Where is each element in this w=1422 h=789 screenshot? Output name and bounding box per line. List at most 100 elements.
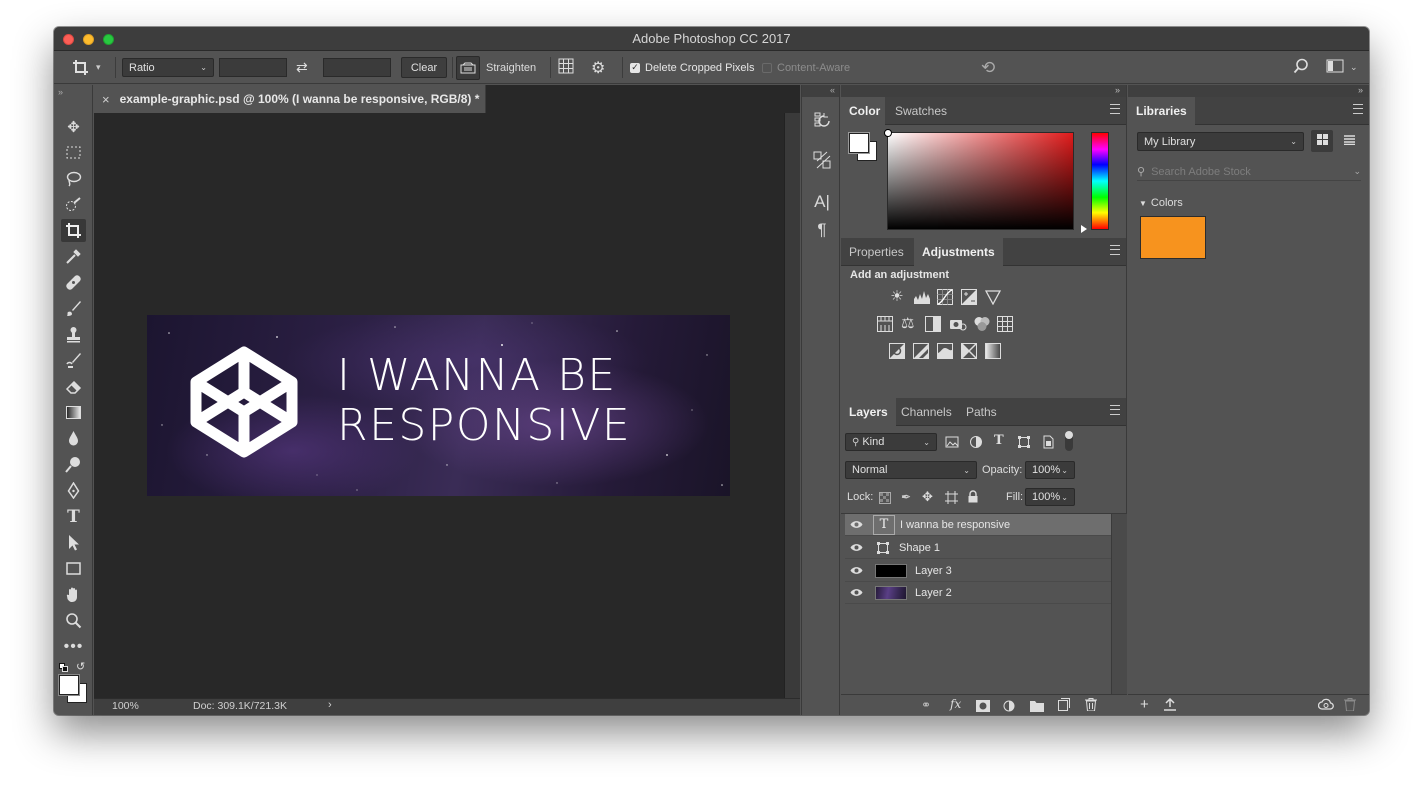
gradient-map-icon[interactable] <box>985 343 1001 364</box>
visibility-eye-icon[interactable] <box>845 566 867 575</box>
layer-style-fx-icon[interactable]: fx <box>950 697 961 711</box>
rectangle-tool-icon[interactable] <box>61 557 86 580</box>
lasso-tool-icon[interactable] <box>61 167 86 190</box>
grid-view-button[interactable] <box>1311 130 1333 152</box>
layer-row[interactable]: Layer 2 <box>845 582 1111 604</box>
crop-tool-preset-picker[interactable]: ▾ <box>72 51 101 84</box>
zoom-tool-icon[interactable] <box>61 609 86 632</box>
tab-swatches[interactable]: Swatches <box>887 97 955 125</box>
swap-ratio-button[interactable]: ⇄ <box>296 51 308 84</box>
library-color-swatch[interactable] <box>1140 216 1206 259</box>
smart-object-filter-icon[interactable] <box>1041 435 1055 454</box>
tab-channels[interactable]: Channels <box>893 398 960 426</box>
gradient-tool-icon[interactable] <box>61 401 86 424</box>
history-panel-icon[interactable] <box>811 109 833 131</box>
visibility-eye-icon[interactable] <box>845 520 867 529</box>
visibility-eye-icon[interactable] <box>845 543 867 552</box>
lock-artboard-icon[interactable] <box>945 491 958 509</box>
levels-icon[interactable] <box>913 289 931 310</box>
crop-tool-icon[interactable] <box>61 219 86 242</box>
color-lookup-icon[interactable] <box>997 316 1013 337</box>
threshold-icon[interactable] <box>937 343 953 364</box>
ratio-select[interactable]: Ratio ⌄ <box>122 58 214 77</box>
tab-adjustments[interactable]: Adjustments <box>914 238 1003 266</box>
color-picker-handle[interactable] <box>884 129 892 137</box>
crop-settings-button[interactable]: ⚙ <box>591 51 605 84</box>
brightness-contrast-icon[interactable]: ☀ <box>889 289 905 305</box>
search-button[interactable] <box>1293 51 1309 84</box>
ratio-width-field[interactable] <box>219 58 287 77</box>
panel-menu-icon[interactable] <box>1110 405 1120 415</box>
panel-menu-icon[interactable] <box>1353 104 1363 114</box>
workspace-switcher[interactable]: ⌄ <box>1326 51 1358 84</box>
color-field[interactable] <box>884 129 1074 230</box>
vibrance-icon[interactable] <box>984 289 1002 310</box>
visibility-eye-icon[interactable] <box>845 588 867 597</box>
blur-tool-icon[interactable] <box>61 427 86 450</box>
colors-section-header[interactable]: ▼ Colors <box>1139 197 1183 209</box>
exposure-icon[interactable] <box>961 289 977 310</box>
invert-icon[interactable] <box>889 343 905 364</box>
tab-color[interactable]: Color <box>841 97 885 125</box>
panel-menu-icon[interactable] <box>1110 104 1120 114</box>
black-white-icon[interactable] <box>925 316 941 337</box>
lock-position-icon[interactable]: ✥ <box>922 489 933 505</box>
add-mask-icon[interactable] <box>976 699 990 715</box>
layer-row[interactable]: Shape 1 <box>845 537 1111 559</box>
pixel-layer-filter-icon[interactable] <box>945 435 959 454</box>
properties-panel-icon[interactable] <box>811 149 833 171</box>
curves-icon[interactable] <box>937 289 953 310</box>
opacity-field[interactable]: 100% ⌄ <box>1025 461 1075 479</box>
paragraph-panel-icon[interactable]: ¶ <box>811 219 833 241</box>
edit-toolbar-icon[interactable]: ••• <box>61 635 86 658</box>
collapse-toolbar-icon[interactable]: » <box>58 87 63 97</box>
stock-search-field[interactable]: ⚲ Search Adobe Stock ⌄ <box>1137 163 1361 181</box>
channel-mixer-icon[interactable] <box>973 316 991 337</box>
move-tool-icon[interactable]: ✥ <box>61 115 86 138</box>
filter-toggle-switch[interactable] <box>1065 431 1073 451</box>
quick-selection-tool-icon[interactable] <box>61 193 86 216</box>
character-panel-icon[interactable]: A| <box>811 191 833 213</box>
vertical-scrollbar[interactable] <box>784 113 800 698</box>
creative-cloud-sync-icon[interactable] <box>1317 698 1334 715</box>
add-content-plus-icon[interactable]: + <box>1140 696 1149 713</box>
lock-all-icon[interactable] <box>967 490 979 508</box>
color-panel-foreground-swatch[interactable] <box>849 133 869 153</box>
color-balance-icon[interactable]: ⚖ <box>901 316 914 332</box>
fill-field[interactable]: 100% ⌄ <box>1025 488 1075 506</box>
type-layer-filter-icon[interactable]: T <box>994 433 1004 448</box>
overlay-options-button[interactable] <box>557 51 575 84</box>
content-aware-checkbox[interactable]: Content-Aware <box>762 51 850 84</box>
path-selection-tool-icon[interactable] <box>61 531 86 554</box>
close-tab-icon[interactable]: × <box>102 92 110 107</box>
clone-stamp-tool-icon[interactable] <box>61 323 86 346</box>
document-tab[interactable]: × example-graphic.psd @ 100% (I wanna be… <box>94 85 486 113</box>
tab-layers[interactable]: Layers <box>841 398 896 426</box>
lock-transparent-pixels-icon[interactable] <box>879 491 891 509</box>
ratio-height-field[interactable] <box>323 58 391 77</box>
dodge-tool-icon[interactable] <box>61 453 86 476</box>
status-menu-arrow-icon[interactable]: › <box>328 699 332 711</box>
layer-row[interactable]: T I wanna be responsive <box>845 514 1111 536</box>
layer-row[interactable]: Layer 3 <box>845 560 1111 582</box>
library-select[interactable]: My Library ⌄ <box>1137 132 1304 151</box>
blend-mode-select[interactable]: Normal ⌄ <box>845 461 977 479</box>
eyedropper-tool-icon[interactable] <box>61 245 86 268</box>
clear-button[interactable]: Clear <box>401 57 447 78</box>
pen-tool-icon[interactable] <box>61 479 86 502</box>
adjustment-layer-filter-icon[interactable] <box>969 435 983 454</box>
collapse-libraries-icon[interactable]: » <box>1358 85 1363 95</box>
eraser-tool-icon[interactable] <box>61 375 86 398</box>
foreground-color-swatch[interactable] <box>59 675 79 695</box>
posterize-icon[interactable] <box>913 343 929 364</box>
delete-library-item-trash-icon[interactable] <box>1344 698 1356 715</box>
collapse-strip-icon[interactable]: « <box>802 85 839 97</box>
brush-tool-icon[interactable] <box>61 297 86 320</box>
delete-cropped-pixels-checkbox[interactable]: ✓ Delete Cropped Pixels <box>630 51 754 84</box>
link-layers-icon[interactable]: ⚭ <box>921 698 931 712</box>
new-layer-icon[interactable] <box>1058 698 1070 715</box>
layer-filter-kind-select[interactable]: ⚲ Kind ⌄ <box>845 433 937 451</box>
new-group-folder-icon[interactable] <box>1030 699 1044 715</box>
selective-color-icon[interactable] <box>961 343 977 364</box>
type-tool-icon[interactable]: T <box>61 505 86 528</box>
